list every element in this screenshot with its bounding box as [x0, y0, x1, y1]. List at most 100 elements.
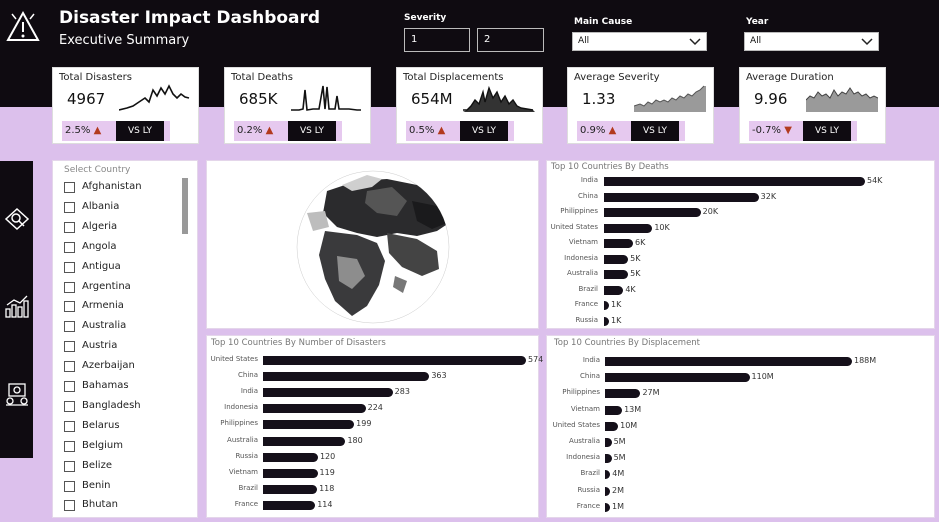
- checkbox[interactable]: [64, 500, 75, 512]
- bar[interactable]: [263, 452, 318, 462]
- bar[interactable]: [605, 421, 619, 431]
- data-label: 20K: [702, 207, 719, 216]
- data-label: 5K: [630, 253, 641, 263]
- checkbox[interactable]: [64, 201, 75, 213]
- bar[interactable]: [263, 404, 366, 414]
- severity-max-input[interactable]: 2: [477, 28, 544, 52]
- bar[interactable]: [263, 372, 430, 382]
- country-option-label: Angola: [82, 240, 117, 252]
- checkbox[interactable]: [64, 281, 75, 293]
- data-label: 6K: [635, 238, 646, 247]
- bar[interactable]: [605, 357, 852, 366]
- chevron-down-icon: [861, 38, 873, 46]
- bar[interactable]: [263, 420, 355, 430]
- category-label: Australia: [567, 269, 598, 277]
- checkbox[interactable]: [64, 221, 75, 233]
- data-label: 119: [319, 467, 335, 477]
- bar[interactable]: [605, 502, 610, 512]
- kpi-title: Total Deaths: [231, 72, 293, 83]
- kpi-value: 4967: [67, 90, 106, 108]
- checkbox[interactable]: [64, 460, 75, 472]
- kpi-change-text: 0.9% ▲: [580, 125, 617, 136]
- bar[interactable]: [605, 486, 610, 496]
- bar[interactable]: [604, 270, 629, 279]
- vs-ly-badge: VS LY: [631, 121, 679, 141]
- bar[interactable]: [604, 239, 633, 248]
- checkbox[interactable]: [64, 301, 75, 313]
- vs-ly-badge: VS LY: [116, 121, 164, 141]
- bar[interactable]: [605, 454, 612, 464]
- checkbox[interactable]: [64, 361, 75, 373]
- bar[interactable]: [605, 405, 623, 415]
- category-label: Indonesia: [564, 253, 598, 262]
- bar[interactable]: [604, 254, 629, 264]
- data-label: 54K: [867, 176, 883, 185]
- globe-map[interactable]: [207, 161, 540, 330]
- bar[interactable]: [605, 470, 611, 480]
- kpi-change-strip: -0.7% ▼ VS LY: [749, 121, 857, 141]
- slicer-scrollbar[interactable]: [182, 178, 188, 234]
- category-label: China: [580, 372, 600, 381]
- country-option-label: Belarus: [82, 419, 120, 431]
- main-cause-dropdown[interactable]: All: [572, 32, 707, 51]
- disaster-warning-icon: [6, 10, 40, 41]
- category-label: United States: [210, 355, 258, 363]
- year-value: All: [750, 36, 762, 46]
- bar[interactable]: [604, 223, 653, 233]
- data-label: 5K: [630, 269, 641, 278]
- country-option-label: Argentina: [82, 280, 131, 292]
- chart-deaths: Top 10 Countries By Deaths India 54K China…: [546, 160, 935, 329]
- year-label: Year: [746, 17, 769, 27]
- bar[interactable]: [605, 373, 750, 383]
- data-label: 4K: [625, 284, 636, 294]
- checkbox[interactable]: [64, 480, 75, 492]
- bar[interactable]: [605, 438, 612, 447]
- checkbox[interactable]: [64, 341, 75, 353]
- checkbox[interactable]: [64, 261, 75, 273]
- kpi-card-total-displacements: Total Displacements 654M 0.5% ▲ VS LY: [396, 67, 543, 144]
- category-label: Brazil: [580, 469, 600, 478]
- country-option-label: Benin: [82, 479, 111, 491]
- checkbox[interactable]: [64, 381, 75, 392]
- checkbox[interactable]: [64, 400, 75, 412]
- kpi-change-strip: 0.5% ▲ VS LY: [406, 121, 514, 141]
- bar[interactable]: [604, 192, 759, 202]
- category-label: Australia: [227, 435, 258, 444]
- checkbox[interactable]: [64, 321, 75, 333]
- category-label: India: [240, 387, 258, 396]
- kpi-change-text: 2.5% ▲: [65, 125, 102, 136]
- analysis-icon[interactable]: [4, 381, 30, 407]
- data-label: 199: [356, 419, 372, 429]
- kpi-value: 685K: [239, 90, 278, 108]
- bar[interactable]: [263, 484, 318, 494]
- severity-min-input[interactable]: 1: [404, 28, 470, 52]
- bar[interactable]: [263, 356, 526, 365]
- kpi-card-average-duration: Average Duration 9.96 -0.7% ▼ VS LY: [739, 67, 886, 144]
- bar[interactable]: [263, 436, 346, 446]
- bar[interactable]: [604, 177, 865, 186]
- bar[interactable]: [604, 208, 701, 217]
- kpi-change-strip: 0.9% ▲ VS LY: [577, 121, 685, 141]
- data-label: 118: [319, 483, 335, 493]
- category-label: China: [238, 371, 258, 380]
- bar[interactable]: [604, 301, 609, 310]
- category-label: Indonesia: [224, 403, 258, 412]
- data-label: 5M: [613, 453, 626, 463]
- bar[interactable]: [263, 468, 318, 478]
- data-label: 4M: [612, 469, 625, 479]
- checkbox[interactable]: [64, 420, 75, 432]
- checkbox[interactable]: [64, 440, 75, 452]
- checkbox[interactable]: [64, 241, 75, 253]
- checkbox[interactable]: [64, 182, 75, 193]
- bar[interactable]: [605, 389, 641, 399]
- bar[interactable]: [604, 285, 624, 295]
- bar[interactable]: [263, 388, 393, 398]
- bar-chart-icon[interactable]: [4, 293, 30, 319]
- bar[interactable]: [263, 500, 316, 510]
- data-label: 114: [317, 499, 333, 509]
- data-label: 5M: [613, 437, 626, 446]
- country-option-label: Albania: [82, 200, 120, 212]
- overview-icon[interactable]: [4, 206, 30, 232]
- year-dropdown[interactable]: All: [744, 32, 879, 51]
- bar[interactable]: [604, 316, 609, 326]
